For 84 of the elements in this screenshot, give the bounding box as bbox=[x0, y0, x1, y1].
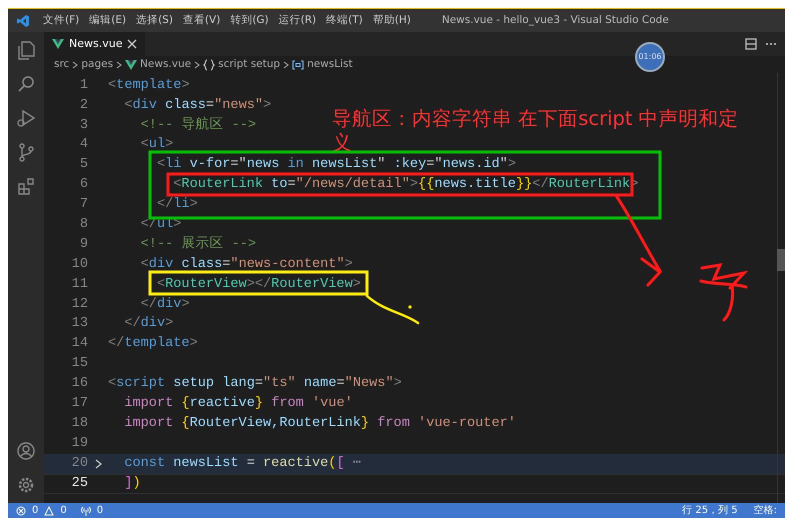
menu-item[interactable]: 转到(G) bbox=[225, 12, 274, 28]
breadcrumb-item[interactable]: script setup bbox=[218, 56, 280, 72]
chevron-icon bbox=[72, 60, 78, 68]
code-text: <script setup lang="ts" name="News"> bbox=[108, 375, 402, 394]
app-logo-icon bbox=[16, 14, 30, 28]
files-icon[interactable] bbox=[16, 40, 36, 60]
line-number: 10 bbox=[70, 256, 88, 274]
code-text: <li v-for="news in newsList" :key="news.id"> bbox=[156, 156, 516, 174]
code-text: </div> bbox=[140, 296, 190, 314]
menu-item[interactable]: 终端(T) bbox=[321, 12, 368, 28]
line-number: 12 bbox=[70, 296, 88, 314]
search-icon[interactable] bbox=[16, 74, 36, 94]
line-number: 6 bbox=[78, 176, 88, 194]
chevron-icon bbox=[194, 60, 200, 68]
code-text: <RouterView></RouterView> bbox=[156, 276, 361, 294]
code-text: <div class="news-content"> bbox=[140, 256, 353, 274]
indentation-status[interactable]: 空格: bbox=[754, 503, 777, 518]
code-text: ]) bbox=[123, 474, 141, 493]
line-number: 3 bbox=[78, 116, 88, 135]
line-number: 15 bbox=[70, 355, 88, 374]
settings-icon[interactable] bbox=[16, 475, 36, 495]
menu-item[interactable]: 帮助(H) bbox=[368, 12, 416, 28]
variable-icon bbox=[292, 58, 304, 70]
line-number: 5 bbox=[78, 156, 88, 174]
code-text: <!-- 展示区 --> bbox=[140, 235, 256, 254]
pen-stroke bbox=[366, 294, 420, 324]
menu-item[interactable]: 选择(S) bbox=[131, 12, 178, 28]
breadcrumb-item[interactable]: newsList bbox=[307, 56, 353, 72]
code-text: </div> bbox=[123, 315, 174, 334]
code-text: const newsList = reactive([ ⋯ bbox=[123, 454, 361, 473]
account-icon[interactable] bbox=[16, 441, 36, 461]
breadcrumb-item[interactable]: src bbox=[54, 56, 70, 72]
code-text: <template> bbox=[108, 76, 190, 95]
fold-chevron-icon[interactable] bbox=[94, 458, 102, 469]
menu-item[interactable]: 文件(F) bbox=[38, 12, 84, 28]
line-number: 16 bbox=[70, 375, 88, 394]
breadcrumb-item[interactable]: News.vue bbox=[140, 56, 192, 72]
code-text: <ul> bbox=[140, 136, 174, 154]
menu-item[interactable]: 查看(V) bbox=[178, 12, 226, 28]
port-count[interactable]: 0 bbox=[96, 503, 104, 518]
line-number: 11 bbox=[70, 276, 88, 294]
line-number: 2 bbox=[78, 96, 88, 115]
chevron-icon bbox=[283, 60, 290, 68]
antenna-icon[interactable] bbox=[80, 506, 91, 516]
line-number: 13 bbox=[70, 315, 88, 334]
breadcrumb-item[interactable]: pages bbox=[81, 56, 114, 72]
line-number: 14 bbox=[70, 335, 88, 354]
extensions-icon[interactable] bbox=[16, 176, 36, 196]
vue-file-icon bbox=[125, 58, 138, 70]
line-number: 9 bbox=[78, 236, 88, 254]
warning-count[interactable]: 0 bbox=[60, 503, 67, 518]
code-text: <div class="news"> bbox=[123, 96, 272, 115]
cursor-position[interactable]: 行 25，列 5 bbox=[682, 503, 738, 518]
line-number: 19 bbox=[70, 434, 88, 453]
window-title: News.vue - hello_vue3 - Visual Studio Code bbox=[442, 12, 669, 28]
close-icon[interactable] bbox=[127, 39, 138, 49]
annotation-note: 导航区：内容字符串 在下面script 中声明和定 bbox=[332, 107, 739, 131]
line-number: 1 bbox=[78, 76, 88, 95]
error-count[interactable]: 0 bbox=[32, 503, 38, 518]
line-number: 8 bbox=[78, 216, 88, 234]
warning-icon[interactable] bbox=[44, 506, 54, 516]
line-number: 18 bbox=[70, 414, 88, 433]
code-text: </template> bbox=[108, 335, 198, 354]
error-icon[interactable] bbox=[16, 506, 26, 516]
handwriting-drawing bbox=[700, 264, 748, 322]
run-debug-icon[interactable] bbox=[16, 108, 36, 128]
code-text: import {reactive} from 'vue' bbox=[123, 395, 353, 413]
line-number: 25 bbox=[70, 474, 88, 493]
braces-icon bbox=[203, 58, 216, 70]
editor-tab[interactable]: News.vue bbox=[44, 32, 146, 56]
chevron-icon bbox=[116, 60, 122, 68]
split-editor-icon[interactable] bbox=[745, 38, 757, 50]
menu-item[interactable]: 编辑(E) bbox=[84, 12, 132, 28]
vue-file-icon bbox=[52, 38, 64, 50]
menu-item[interactable]: 运行(R) bbox=[274, 12, 322, 28]
recording-timer: 01:06 bbox=[635, 42, 665, 72]
line-number: 17 bbox=[70, 395, 88, 413]
scrollbar-thumb[interactable] bbox=[777, 249, 785, 271]
code-text: import {RouterView,RouterLink} from 'vue-router' bbox=[123, 414, 516, 433]
line-number: 7 bbox=[78, 196, 88, 214]
line-number: 20 bbox=[70, 454, 88, 473]
code-text: </li> bbox=[156, 196, 198, 214]
code-text: <!-- 导航区 --> bbox=[140, 116, 256, 135]
line-number: 4 bbox=[78, 136, 88, 154]
